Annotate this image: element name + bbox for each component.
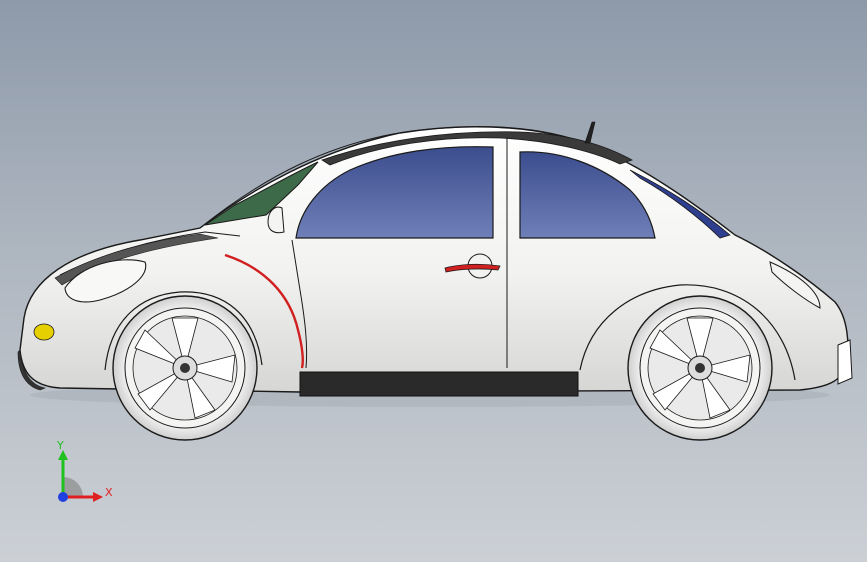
rear-side-window	[519, 151, 656, 239]
x-axis-arrow	[93, 492, 103, 502]
rear-wheel	[627, 295, 773, 441]
rear-bumper	[837, 339, 853, 385]
y-axis-label: Y	[56, 440, 64, 452]
front-wheel	[112, 295, 258, 441]
coordinate-triad[interactable]: Y X	[45, 440, 125, 510]
antenna	[584, 121, 596, 144]
graphics-viewport[interactable]: Y X	[0, 0, 867, 562]
turn-signal	[33, 323, 55, 341]
z-axis-dot	[58, 492, 68, 502]
car-model[interactable]	[0, 0, 867, 562]
rocker-panel	[299, 371, 579, 397]
x-axis-label: X	[105, 486, 113, 499]
